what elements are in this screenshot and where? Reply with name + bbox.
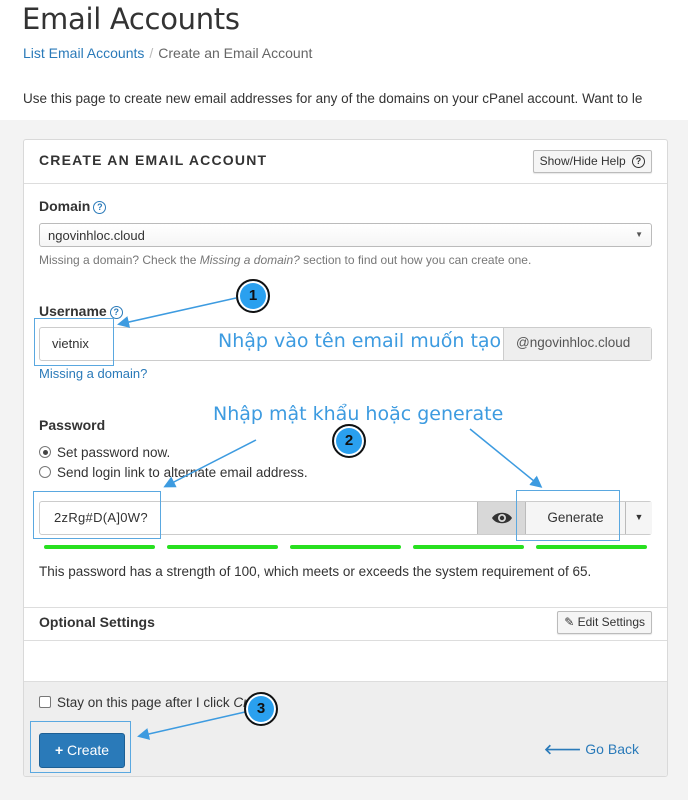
create-button[interactable]: + Create (39, 733, 125, 768)
caret-down-icon: ▼ (634, 512, 644, 522)
username-help-icon[interactable]: ? (109, 306, 123, 319)
radio-set-password[interactable]: Set password now. (39, 445, 170, 460)
domain-label: Domain? (39, 198, 107, 214)
strength-bar-segment (536, 545, 647, 549)
generate-password-button[interactable]: Generate (525, 502, 625, 534)
intro-text: Use this page to create new email addres… (23, 91, 643, 106)
strength-bar-segment (413, 545, 524, 549)
breadcrumb-separator: / (149, 45, 154, 61)
page-title: Email Accounts (22, 2, 240, 36)
question-icon: ? (632, 155, 645, 168)
pencil-icon: ✎ (564, 615, 575, 629)
username-input[interactable]: vietnix (52, 336, 89, 351)
strength-bar-segment (167, 545, 278, 549)
password-input[interactable]: 2zRg#D(A]0W? (54, 510, 148, 525)
missing-domain-link[interactable]: Missing a domain? (39, 366, 147, 381)
checkbox-box[interactable] (39, 696, 51, 708)
domain-selected-value: ngovinhloc.cloud (48, 228, 145, 243)
password-input-group: 2zRg#D(A]0W? Generate ▼ (39, 501, 652, 535)
panel-header: CREATE AN EMAIL ACCOUNT Show/Hide Help ? (24, 140, 667, 184)
eye-icon (491, 512, 512, 524)
stay-on-page-checkbox[interactable]: Stay on this page after I click Create. (39, 695, 278, 710)
strength-bar-segment (44, 545, 155, 549)
radio-send-login-link[interactable]: Send login link to alternate email addre… (39, 465, 308, 480)
radio-set-password-indicator[interactable] (39, 446, 51, 458)
breadcrumb-current: Create an Email Account (158, 45, 313, 61)
breadcrumb: List Email Accounts / Create an Email Acco… (23, 45, 312, 61)
panel-title: CREATE AN EMAIL ACCOUNT (39, 152, 268, 168)
go-back-link[interactable]: 🡐 Go Back (544, 741, 639, 758)
create-email-panel: CREATE AN EMAIL ACCOUNT Show/Hide Help ?… (23, 139, 668, 777)
help-button-label: Show/Hide Help (539, 154, 626, 168)
domain-help-icon[interactable]: ? (93, 201, 107, 214)
generator-options-dropdown[interactable]: ▼ (625, 502, 652, 534)
password-strength-meter (44, 545, 649, 549)
domain-hint: Missing a domain? Check the Missing a do… (39, 253, 532, 267)
domain-suffix: @ngovinhloc.cloud (503, 328, 651, 360)
show-hide-help-button[interactable]: Show/Hide Help ? (532, 150, 652, 173)
domain-select[interactable]: ngovinhloc.cloud ▼ (39, 223, 652, 247)
username-input-group: vietnix @ngovinhloc.cloud (39, 327, 652, 361)
panel-footer: Stay on this page after I click Create. … (24, 681, 667, 776)
divider (24, 607, 667, 608)
password-strength-text: This password has a strength of 100, whi… (39, 564, 592, 579)
optional-settings-label: Optional Settings (39, 614, 155, 630)
edit-settings-button[interactable]: ✎ Edit Settings (557, 611, 652, 634)
show-password-button[interactable] (477, 502, 525, 534)
radio-send-login-link-indicator[interactable] (39, 466, 51, 478)
chevron-down-icon: ▼ (635, 230, 643, 239)
plus-icon: + (54, 742, 64, 758)
breadcrumb-list-email-accounts[interactable]: List Email Accounts (23, 45, 144, 61)
divider (24, 640, 667, 641)
arrow-left-icon: 🡐 (543, 741, 582, 757)
password-label: Password (39, 417, 106, 433)
strength-bar-segment (290, 545, 401, 549)
username-label: Username? (39, 303, 123, 319)
